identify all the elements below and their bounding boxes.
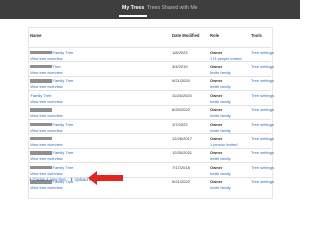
tree-name-link[interactable]: Family Tree: [30, 50, 73, 55]
date-modified: 11/26/2020: [172, 92, 192, 98]
role-label: Owner: [210, 121, 223, 127]
tree-name-link[interactable]: Family Tree: [30, 122, 73, 127]
date-modified: 7/17/2018: [172, 164, 190, 170]
invite-family-link[interactable]: 1 person invited: [210, 142, 237, 147]
column-header-role: Role: [210, 33, 220, 38]
tree-name-link[interactable]: Family Tree: [30, 78, 73, 83]
role-label: Owner: [210, 78, 223, 84]
tree-name-text: Family Tree: [52, 164, 74, 170]
table-row: Tree View tree overview 3/4/2019 Owner Invit…: [28, 61, 274, 77]
table-row: Family Tree View tree overview 11/26/2020 O…: [28, 90, 274, 106]
tree-name-link[interactable]: Family Tree: [30, 92, 52, 98]
tree-name-text: Family Tree: [52, 78, 74, 84]
column-header-name: Name: [30, 33, 42, 38]
tree-settings-link[interactable]: Tree settings: [251, 179, 274, 184]
view-tree-overview-link[interactable]: View tree overview: [30, 113, 63, 118]
table-row: View tree overview 6/25/2022 Owner Invite f…: [28, 104, 274, 121]
redacted-name-block: [30, 165, 52, 170]
tree-name-link[interactable]: [30, 107, 53, 112]
view-tree-overview-link[interactable]: View tree overview: [30, 84, 63, 89]
invite-family-link[interactable]: Invite family: [210, 70, 231, 75]
tab-trees-shared-with-me[interactable]: Trees Shared with Me: [147, 5, 198, 12]
invite-family-link[interactable]: Invite family: [210, 128, 231, 133]
invite-family-link[interactable]: Invite family: [210, 171, 231, 176]
column-header-tools: Tools: [251, 33, 262, 38]
date-modified: 5/21/2022: [172, 179, 190, 185]
date-modified: 12/26/2017: [172, 135, 193, 141]
invite-family-link[interactable]: 174 people invited: [210, 56, 242, 61]
role-label: Owner: [210, 63, 223, 69]
redacted-name-block: [30, 50, 52, 54]
date-modified: 1/7/2022: [172, 121, 188, 127]
view-tree-overview-link[interactable]: View tree overview: [30, 70, 63, 75]
redacted-name-block: [30, 136, 52, 141]
tree-settings-link[interactable]: Tree settings: [251, 50, 274, 55]
tree-settings-link[interactable]: Tree settings: [251, 64, 274, 69]
date-modified: 6/25/2022: [172, 107, 190, 113]
tree-name-text: Family Tree: [52, 150, 74, 156]
table-row: Family Tree View tree overview 7/17/2018 Ow…: [28, 162, 274, 178]
role-label: Owner: [210, 49, 223, 55]
tree-settings-link[interactable]: Tree settings: [251, 93, 274, 98]
redacted-name-block: [30, 151, 52, 155]
tree-settings-link[interactable]: Tree settings: [251, 150, 274, 155]
tree-name-link[interactable]: Tree: [30, 64, 61, 69]
role-label: Owner: [210, 150, 223, 156]
tab-my-trees[interactable]: My Trees: [118, 5, 148, 17]
view-tree-overview-link[interactable]: View tree overview: [30, 185, 63, 190]
role-label: Owner: [210, 135, 223, 141]
upload-icon: ⇪: [69, 177, 74, 182]
view-tree-overview-link[interactable]: View tree overview: [30, 128, 63, 133]
main-content: Name Date Modified Role Tools Family Tre…: [0, 19, 300, 209]
create-tree-label: Create a new tree: [32, 177, 66, 182]
redacted-name-block: [30, 122, 52, 126]
tree-name-text: Family Tree: [30, 92, 52, 98]
view-tree-overview-link[interactable]: View tree overview: [30, 171, 63, 176]
tree-settings-link[interactable]: Tree settings: [251, 78, 274, 83]
tree-settings-link[interactable]: Tree settings: [251, 122, 274, 127]
date-modified: 3/4/2019: [172, 63, 188, 69]
table-row: Family Tree View tree overview 12/30/2021 O…: [28, 147, 274, 164]
invite-family-link[interactable]: Invite family: [210, 99, 231, 104]
view-tree-overview-link[interactable]: View tree overview: [30, 56, 63, 61]
role-label: Owner: [210, 164, 223, 170]
column-header-date-modified: Date Modified: [172, 33, 200, 38]
table-row: Family Tree View tree overview 9/21/2020 Ow…: [28, 75, 274, 92]
invite-family-link[interactable]: Invite family: [210, 156, 231, 161]
table-row: Family Tree View tree overview 1/8/2023 Own…: [28, 47, 274, 63]
tree-name-link[interactable]: [30, 136, 53, 141]
tree-name-link[interactable]: Family Tree: [30, 150, 73, 155]
view-tree-overview-link[interactable]: View tree overview: [30, 156, 63, 161]
red-arrow-icon: [88, 171, 123, 185]
tree-name-text: Family Tree: [52, 49, 74, 55]
date-modified: 9/21/2020: [172, 78, 190, 84]
table-row: Family Tree View tree overview 1/7/2022 Own…: [28, 119, 274, 135]
tree-settings-link[interactable]: Tree settings: [251, 136, 274, 141]
redacted-name-block: [30, 79, 52, 83]
role-label: Owner: [210, 92, 223, 98]
redacted-name-block: [30, 108, 52, 112]
tree-settings-link[interactable]: Tree settings: [251, 107, 274, 112]
invite-family-link[interactable]: Invite family: [210, 113, 231, 118]
invite-family-link[interactable]: Invite family: [210, 84, 231, 89]
view-tree-overview-link[interactable]: View tree overview: [30, 142, 63, 147]
tree-settings-link[interactable]: Tree settings: [251, 165, 274, 170]
date-modified: 1/8/2023: [172, 49, 188, 55]
view-tree-overview-link[interactable]: View tree overview: [30, 99, 63, 104]
table-row: View tree overview 12/26/2017 Owner 1 perso…: [28, 133, 274, 149]
date-modified: 12/30/2021: [172, 150, 193, 156]
top-navigation-bar: My Trees Trees Shared with Me: [0, 0, 300, 19]
tree-name-text: Family Tree: [52, 121, 74, 127]
create-tree-link[interactable]: +Create a new tree: [29, 177, 67, 182]
tree-name-text: Tree: [52, 63, 61, 69]
redacted-name-block: [30, 64, 52, 69]
tree-name-link[interactable]: Family Tree: [30, 165, 73, 170]
invite-family-link[interactable]: Invite family: [210, 185, 231, 190]
role-label: Owner: [210, 107, 223, 113]
role-label: Owner: [210, 179, 223, 185]
